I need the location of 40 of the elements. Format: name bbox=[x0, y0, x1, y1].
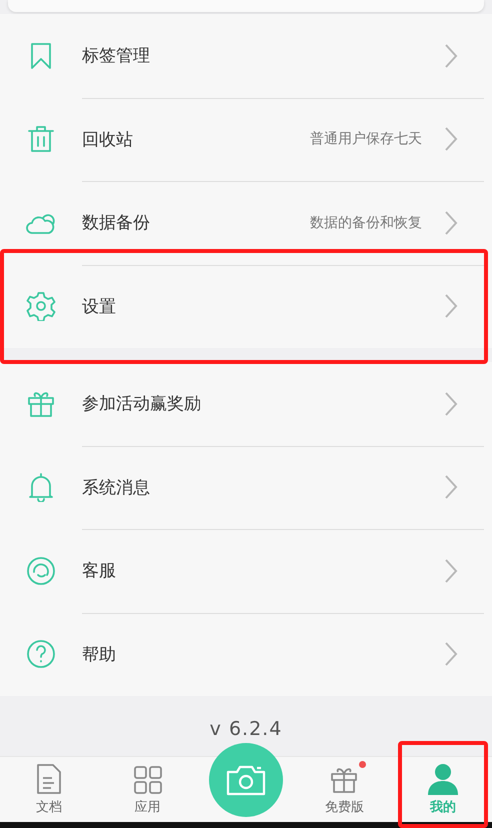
version-text: v 6.2.4 bbox=[210, 718, 282, 740]
item-label: 设置 bbox=[82, 296, 117, 318]
chevron-icon bbox=[444, 390, 458, 417]
chevron-icon bbox=[444, 126, 458, 152]
chevron-icon bbox=[444, 641, 458, 668]
support-icon bbox=[26, 556, 56, 586]
tab-item[interactable]: 免费版 bbox=[318, 757, 370, 822]
chevron-icon bbox=[444, 210, 458, 236]
item-hint: 数据的备份和恢复 bbox=[310, 214, 422, 232]
item-label: 系统消息 bbox=[82, 476, 151, 499]
person-icon bbox=[426, 763, 460, 795]
gear-icon bbox=[26, 291, 56, 322]
chevron-icon bbox=[444, 558, 458, 584]
bell-icon bbox=[28, 472, 54, 502]
menu-item[interactable]: 设置 bbox=[0, 264, 492, 348]
menu-item[interactable]: 帮助 bbox=[0, 612, 492, 696]
menu-item[interactable]: 标签管理 bbox=[0, 14, 492, 98]
item-label: 回收站 bbox=[82, 128, 134, 151]
help-icon bbox=[26, 639, 56, 670]
menu-item[interactable]: 数据备份 数据的备份和恢复 bbox=[0, 181, 492, 264]
tab-item[interactable]: 文档 bbox=[30, 757, 68, 822]
grid-icon bbox=[132, 765, 163, 795]
item-label: 标签管理 bbox=[82, 45, 151, 68]
item-label: 数据备份 bbox=[82, 212, 151, 234]
menu-item[interactable]: 回收站 普通用户保存七天 bbox=[0, 98, 492, 181]
chevron-icon bbox=[444, 474, 458, 500]
item-label: 参加活动赢奖励 bbox=[82, 393, 202, 416]
item-hint: 普通用户保存七天 bbox=[310, 130, 422, 148]
item-label: 客服 bbox=[82, 560, 117, 582]
tab-item[interactable]: 应用 bbox=[126, 757, 169, 822]
document-icon bbox=[36, 763, 62, 795]
chevron-icon bbox=[444, 42, 458, 69]
menu-item[interactable]: 系统消息 bbox=[0, 446, 492, 529]
menu-item[interactable]: 客服 bbox=[0, 529, 492, 612]
chevron-icon bbox=[444, 293, 458, 320]
bookmark-icon bbox=[30, 42, 52, 70]
item-label: 帮助 bbox=[82, 644, 117, 666]
trash-icon bbox=[27, 124, 55, 154]
camera-icon bbox=[226, 764, 266, 796]
menu-item[interactable]: 参加活动赢奖励 bbox=[0, 362, 492, 446]
